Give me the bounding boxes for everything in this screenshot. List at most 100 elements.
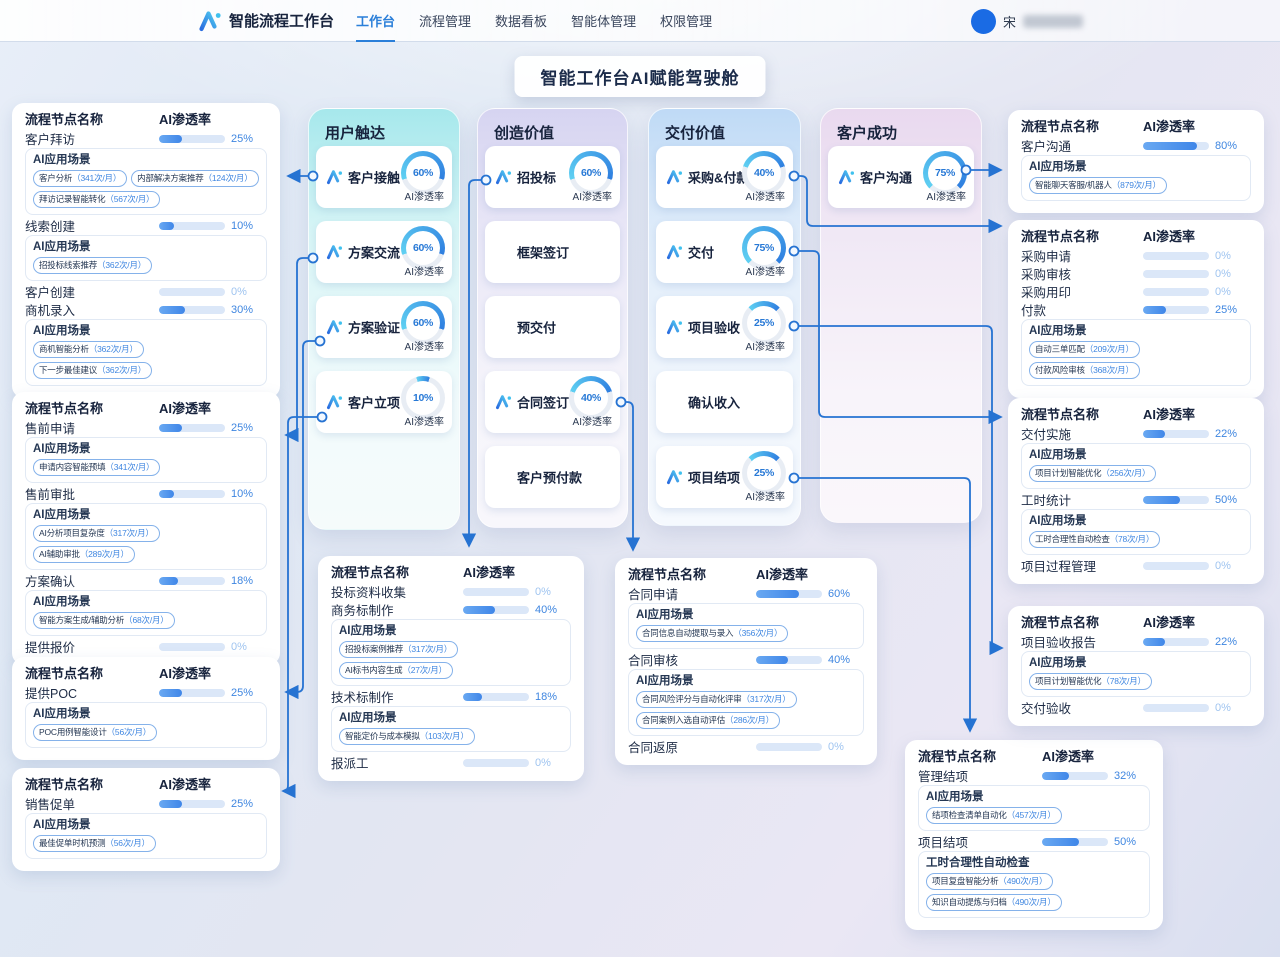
ai-scenario-tags: AI分析项目复杂度（317次/月）AI辅助审批（289次/月） — [33, 525, 259, 563]
ai-rate-bar — [463, 588, 529, 596]
tag-name: POC用例智能设计 — [39, 727, 107, 737]
flow-node[interactable]: 合同签订40%AI渗透率 — [485, 371, 620, 433]
detail-card-sales-push: 流程节点名称AI渗透率销售促单25%AI应用场景最佳促单时机预测（56次/月） — [12, 768, 280, 871]
ai-rate-bar — [1143, 638, 1209, 646]
process-name: 项目过程管理 — [1021, 556, 1143, 575]
flow-node[interactable]: 确认收入 — [656, 371, 793, 433]
donut-caption: AI渗透率 — [746, 263, 785, 278]
tag-count: （368次/月） — [1085, 365, 1134, 375]
flow-node[interactable]: 客户接触60%AI渗透率 — [316, 146, 452, 208]
ai-rate-value: 18% — [535, 691, 571, 703]
donut-caption: AI渗透率 — [405, 188, 444, 203]
tag-count: （356次/月） — [733, 628, 782, 638]
tag-count: （879次/月） — [1112, 180, 1161, 190]
process-row: 报派工0% — [331, 755, 571, 770]
node-label: 采购&付款 — [688, 168, 749, 187]
ai-rate-value: 10% — [231, 220, 267, 232]
flow-node[interactable]: 项目验收25%AI渗透率 — [656, 296, 793, 358]
process-row: 工时统计50% — [1021, 492, 1251, 507]
donut-hole: 25% — [747, 306, 781, 340]
tag-name: 智能聊天客服/机器人 — [1035, 180, 1112, 190]
ai-scenario-box: AI应用场景智能定价与成本模拟（103次/月） — [331, 706, 571, 752]
ai-scenario-tag: 自动三单匹配（209次/月） — [1029, 341, 1140, 358]
flow-node[interactable]: 客户沟通75%AI渗透率 — [828, 146, 974, 208]
navbar: 智能流程工作台 工作台流程管理数据看板智能体管理权限管理 宋 — [0, 0, 1280, 42]
flow-node[interactable]: 客户立项10%AI渗透率 — [316, 371, 452, 433]
ai-scenario-label: AI应用场景 — [926, 790, 1142, 804]
nav-item-1[interactable]: 工作台 — [344, 0, 407, 42]
flow-node[interactable]: 框架签订 — [485, 221, 620, 283]
tag-name: 招投标案例推荐 — [345, 644, 403, 654]
tag-count: （567次/月） — [105, 194, 154, 204]
flow-node[interactable]: 采购&付款40%AI渗透率 — [656, 146, 793, 208]
card-header: 流程节点名称AI渗透率 — [1021, 615, 1251, 630]
nav-item-2[interactable]: 流程管理 — [407, 0, 483, 42]
donut-caption: AI渗透率 — [573, 413, 612, 428]
stage-title: 创造价值 — [478, 109, 627, 143]
tag-name: 结项检查清单自动化 — [932, 810, 1007, 820]
nav-item-5[interactable]: 权限管理 — [648, 0, 724, 42]
ai-rate-bar — [1143, 306, 1209, 314]
tag-count: （56次/月） — [105, 838, 149, 848]
donut-percent: 25% — [754, 467, 774, 479]
user-menu[interactable]: 宋 — [971, 0, 1083, 42]
process-name: 售前申请 — [25, 418, 159, 437]
ai-scenario-box: AI应用场景商机智能分析（362次/月）下一步最佳建议（362次/月） — [25, 319, 267, 386]
ai-scenario-label: AI应用场景 — [339, 711, 563, 725]
flow-node[interactable]: 客户预付款 — [485, 446, 620, 508]
brand[interactable]: 智能流程工作台 — [198, 9, 334, 33]
ai-scenario-tags: 结项检查清单自动化（457次/月） — [926, 807, 1142, 824]
flow-node[interactable]: 方案交流60%AI渗透率 — [316, 221, 452, 283]
ai-rate-bar-fill — [159, 577, 178, 585]
tag-name: 智能方案生成/辅助分析 — [39, 615, 124, 625]
tag-name: 最佳促单时机预测 — [39, 838, 105, 848]
ai-rate-bar — [756, 590, 822, 598]
ai-scenario-tags: 最佳促单时机预测（56次/月） — [33, 835, 259, 852]
ai-rate-value: 32% — [1114, 770, 1150, 782]
avatar[interactable] — [971, 9, 996, 34]
node-label: 项目结项 — [688, 468, 740, 487]
donut-caption: AI渗透率 — [746, 188, 785, 203]
ai-rate-bar-fill — [756, 590, 799, 598]
node-label: 方案验证 — [348, 318, 400, 337]
ai-scenario-label: AI应用场景 — [33, 595, 259, 609]
stage-title: 交付价值 — [649, 109, 800, 143]
ai-rate-value: 0% — [828, 741, 864, 753]
ai-rate-bar — [159, 306, 225, 314]
node-label: 预交付 — [517, 318, 556, 337]
card-header: 流程节点名称AI渗透率 — [1021, 407, 1251, 422]
detail-card-contract: 流程节点名称AI渗透率合同申请60%AI应用场景合同信息自动提取与录入（356次… — [615, 558, 877, 765]
tag-name: 工时合理性自动检查 — [1035, 534, 1110, 544]
tag-name: 招投标线索推荐 — [39, 260, 97, 270]
col-header-node-name: 流程节点名称 — [25, 112, 159, 127]
col-header-node-name: 流程节点名称 — [1021, 119, 1143, 134]
flow-node[interactable]: 交付75%AI渗透率 — [656, 221, 793, 283]
col-header-node-name: 流程节点名称 — [628, 567, 756, 582]
ai-scenario-box: AI应用场景结项检查清单自动化（457次/月） — [918, 785, 1150, 831]
detail-card-delivery-impl: 流程节点名称AI渗透率交付实施22%AI应用场景项目计划智能优化（256次/月）… — [1008, 398, 1264, 584]
ai-logo-icon — [495, 394, 512, 411]
flow-node[interactable]: 方案验证60%AI渗透率 — [316, 296, 452, 358]
col-header-node-name: 流程节点名称 — [25, 777, 159, 792]
process-name: 线索创建 — [25, 216, 159, 235]
nav-item-3[interactable]: 数据看板 — [483, 0, 559, 42]
col-header-ai-rate: AI渗透率 — [1143, 407, 1251, 422]
ai-rate-bar — [756, 743, 822, 751]
ai-rate-bar — [463, 693, 529, 701]
node-label: 框架签订 — [517, 243, 569, 262]
ai-scenario-tag: 下一步最佳建议（362次/月） — [33, 362, 152, 379]
donut-percent: 25% — [754, 317, 774, 329]
node-label: 招投标 — [517, 168, 556, 187]
flow-node[interactable]: 预交付 — [485, 296, 620, 358]
process-name: 技术标制作 — [331, 687, 463, 706]
ai-rate-bar — [756, 656, 822, 664]
stage-title: 用户触达 — [309, 109, 459, 143]
tag-count: （490次/月） — [998, 876, 1047, 886]
process-row: 方案确认18% — [25, 573, 267, 588]
card-header: 流程节点名称AI渗透率 — [918, 749, 1150, 764]
ai-scenario-tag: 智能聊天客服/机器人（879次/月） — [1029, 177, 1167, 194]
flow-node[interactable]: 项目结项25%AI渗透率 — [656, 446, 793, 508]
ai-logo-icon — [326, 244, 343, 261]
nav-item-4[interactable]: 智能体管理 — [559, 0, 648, 42]
flow-node[interactable]: 招投标60%AI渗透率 — [485, 146, 620, 208]
